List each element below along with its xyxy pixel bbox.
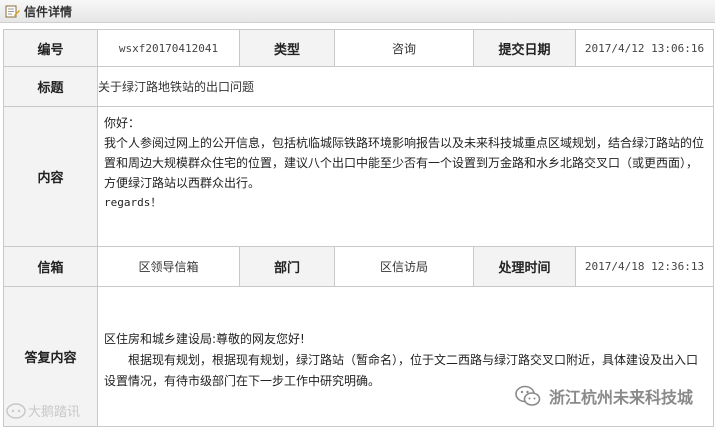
page-title: 信件详情	[24, 4, 73, 19]
department-label: 部门	[239, 246, 335, 287]
content-cell: 你好： 我个人参阅过网上的公开信息，包括杭临城际铁路环境影响报告以及未来科技城重…	[97, 106, 714, 247]
content-greeting: 你好：	[104, 116, 141, 130]
letter-edit-icon	[5, 5, 20, 18]
number-label: 编号	[3, 29, 98, 67]
wechat-icon	[515, 385, 541, 406]
table-row: 内容 你好： 我个人参阅过网上的公开信息，包括杭临城际铁路环境影响报告以及未来科…	[3, 106, 714, 247]
mailbox-value: 区领导信箱	[97, 246, 240, 287]
process-time-value: 2017/4/18 12:36:13	[575, 246, 714, 287]
type-value: 咨询	[334, 29, 474, 67]
table-row: 编号 wsxf20170412041 类型 咨询 提交日期 2017/4/12 …	[3, 29, 714, 67]
table-row: 信箱 区领导信箱 部门 区信访局 处理时间 2017/4/18 12:36:13	[3, 246, 714, 287]
chat-bubble-icon	[6, 402, 26, 419]
department-value: 区信访局	[334, 246, 474, 287]
watermark-right: 浙江杭州未来科技城	[515, 384, 693, 408]
title-label: 标题	[3, 66, 98, 107]
reply-salutation: 区住房和城乡建设局:尊敬的网友您好!	[104, 332, 305, 346]
table-row: 标题 关于绿汀路地铁站的出口问题	[3, 66, 714, 107]
content-body: 我个人参阅过网上的公开信息，包括杭临城际铁路环境影响报告以及未来科技城重点区域规…	[104, 136, 705, 190]
content-label: 内容	[3, 106, 98, 247]
content-regards: regards！	[104, 196, 162, 209]
number-value: wsxf20170412041	[97, 29, 240, 67]
watermark-left: 大鹅踏讯	[6, 401, 80, 420]
title-value: 关于绿汀路地铁站的出口问题	[97, 66, 714, 107]
process-time-label: 处理时间	[473, 246, 576, 287]
watermark-left-text: 大鹅踏讯	[28, 405, 81, 420]
type-label: 类型	[239, 29, 335, 67]
submit-date-label: 提交日期	[473, 29, 576, 67]
watermark-right-text: 浙江杭州未来科技城	[548, 388, 693, 407]
letter-detail-table: 编号 wsxf20170412041 类型 咨询 提交日期 2017/4/12 …	[3, 29, 714, 427]
page-header: 信件详情	[0, 0, 715, 23]
mailbox-label: 信箱	[3, 246, 98, 287]
submit-date-value: 2017/4/12 13:06:16	[575, 29, 714, 67]
